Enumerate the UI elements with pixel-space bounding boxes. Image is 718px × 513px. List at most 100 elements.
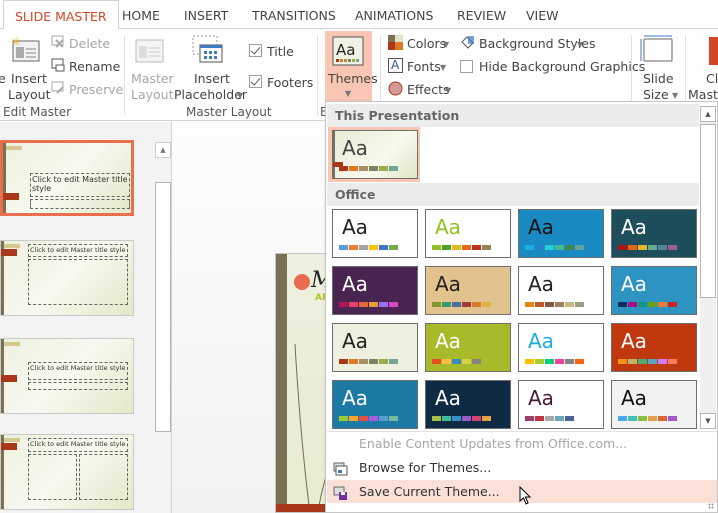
enable-content-updates-item[interactable]: Enable Content Updates from Office.com..… — [327, 432, 717, 455]
theme-berlin[interactable]: Aa — [611, 323, 697, 372]
theme-damask[interactable]: Aa — [518, 380, 604, 429]
thumb-tag — [1, 375, 17, 382]
thumb-content-placeholder — [28, 259, 128, 305]
title-checkbox[interactable] — [249, 44, 262, 57]
theme-integral[interactable]: Aa — [518, 209, 604, 258]
thumb-subtitle-placeholder — [30, 199, 130, 209]
color-swatch — [555, 359, 564, 364]
fonts-button[interactable]: Fonts — [407, 59, 441, 74]
slide-sidebar — [276, 254, 287, 512]
color-swatch — [618, 302, 627, 307]
theme-preview-text: Aa — [435, 386, 461, 410]
color-swatch — [379, 416, 388, 421]
section-header-this-presentation: This Presentation — [327, 104, 699, 127]
slide-thumbnail[interactable]: Click to edit Master title style — [0, 338, 134, 414]
slide-thumbnails-pane: Click to edit Master title style Click t… — [0, 122, 172, 513]
gallery-scrollbar[interactable]: ▲ ▼ — [700, 106, 716, 429]
dropdown-arrow-icon: ▼ — [440, 63, 447, 72]
color-swatch — [555, 416, 564, 421]
theme-office-theme[interactable]: Aa — [332, 209, 418, 258]
colors-button[interactable]: Colors — [407, 36, 446, 51]
color-swatch — [668, 416, 677, 421]
color-swatch — [379, 245, 388, 250]
effects-icon — [388, 81, 403, 96]
theme-basis[interactable]: Aa — [518, 323, 604, 372]
theme-slice[interactable]: Aa — [611, 266, 697, 315]
color-swatch — [432, 359, 441, 364]
color-swatch — [339, 416, 348, 421]
scroll-up-icon[interactable]: ▲ — [155, 142, 171, 158]
tab-home[interactable]: HOME — [122, 0, 160, 29]
color-swatch — [575, 245, 584, 250]
theme-current[interactable]: Aa — [332, 130, 418, 179]
theme-preview-text: Aa — [528, 329, 554, 353]
close-master-label-1: Cl — [706, 71, 718, 86]
color-swatch — [389, 416, 398, 421]
group-label-edit-master: Edit Master — [3, 105, 72, 119]
themes-button[interactable]: Aa Themes ▼ — [325, 31, 378, 102]
theme-banded[interactable]: Aa — [425, 323, 511, 372]
theme-preview-text: Aa — [528, 386, 554, 410]
scroll-down-icon[interactable]: ▼ — [700, 413, 716, 429]
browse-for-themes-item[interactable]: Browse for Themes... — [327, 456, 717, 479]
thumb-text-placeholder — [28, 382, 128, 390]
theme-wisp[interactable]: Aa — [332, 323, 418, 372]
tab-view[interactable]: VIEW — [526, 0, 559, 29]
preserve-button[interactable]: Preserve — [69, 82, 123, 97]
thumbnails-scrollbar[interactable]: ▲ — [155, 142, 171, 432]
effects-button[interactable]: Effects — [407, 82, 450, 97]
theme-retrospect[interactable]: Aa — [518, 266, 604, 315]
tab-transitions[interactable]: TRANSITIONS — [252, 0, 336, 29]
rename-button[interactable]: Rename — [69, 59, 120, 74]
tab-slide-master[interactable]: SLIDE MASTER — [3, 0, 119, 30]
slide-thumbnail[interactable]: Click to edit Master title style — [0, 140, 134, 216]
scroll-up-icon[interactable]: ▲ — [700, 106, 716, 122]
color-swatch — [525, 359, 534, 364]
theme-preview-text: Aa — [435, 215, 461, 239]
enable-content-updates-label: Enable Content Updates from Office.com..… — [359, 436, 628, 451]
theme-organic[interactable]: Aa — [425, 266, 511, 315]
color-swatch — [349, 302, 358, 307]
color-swatch — [369, 245, 378, 250]
color-swatch — [359, 245, 368, 250]
slide-thumbnail[interactable]: Click to edit Master title style — [0, 240, 134, 316]
slide-thumbnail[interactable]: Click to edit Master title style — [0, 434, 134, 510]
color-swatch — [535, 302, 544, 307]
color-swatch — [535, 245, 544, 250]
theme-preview-text: Aa — [621, 329, 647, 353]
theme-color-swatches — [339, 359, 398, 364]
scrollbar-thumb[interactable] — [700, 124, 716, 298]
tab-review[interactable]: REVIEW — [457, 0, 506, 29]
color-swatch — [389, 245, 398, 250]
theme-ion-boardroom[interactable]: Aa — [611, 209, 697, 258]
color-swatch — [545, 416, 554, 421]
theme-facet[interactable]: Aa — [425, 209, 511, 258]
color-swatch — [565, 359, 574, 364]
thumb-content-placeholder-left — [28, 454, 77, 500]
color-swatch — [555, 245, 564, 250]
tab-insert[interactable]: INSERT — [184, 0, 228, 29]
theme-dividend[interactable]: Aa — [611, 380, 697, 429]
ribbon-tabs: SLIDE MASTER HOME INSERT TRANSITIONS ANI… — [0, 0, 718, 30]
theme-circuit[interactable]: Aa — [425, 380, 511, 429]
color-swatch — [638, 359, 647, 364]
theme-color-swatches — [339, 302, 398, 307]
theme-color-swatches — [432, 416, 491, 421]
scrollbar-thumb[interactable] — [155, 182, 171, 432]
color-swatch — [472, 302, 481, 307]
color-swatch — [462, 416, 471, 421]
resize-grip[interactable] — [708, 503, 714, 509]
delete-button[interactable]: Delete — [69, 36, 110, 51]
color-swatch — [648, 245, 657, 250]
theme-celestial[interactable]: Aa — [332, 380, 418, 429]
footers-checkbox[interactable] — [249, 75, 262, 88]
svg-text:✳: ✳ — [11, 35, 21, 49]
hide-background-graphics-checkbox[interactable] — [460, 60, 473, 73]
color-swatch — [658, 416, 667, 421]
tab-animations[interactable]: ANIMATIONS — [355, 0, 433, 29]
color-swatch — [379, 359, 388, 364]
color-swatch — [638, 245, 647, 250]
theme-color-swatches — [618, 416, 677, 421]
theme-ion[interactable]: Aa — [332, 266, 418, 315]
theme-preview-text: Aa — [435, 272, 461, 296]
